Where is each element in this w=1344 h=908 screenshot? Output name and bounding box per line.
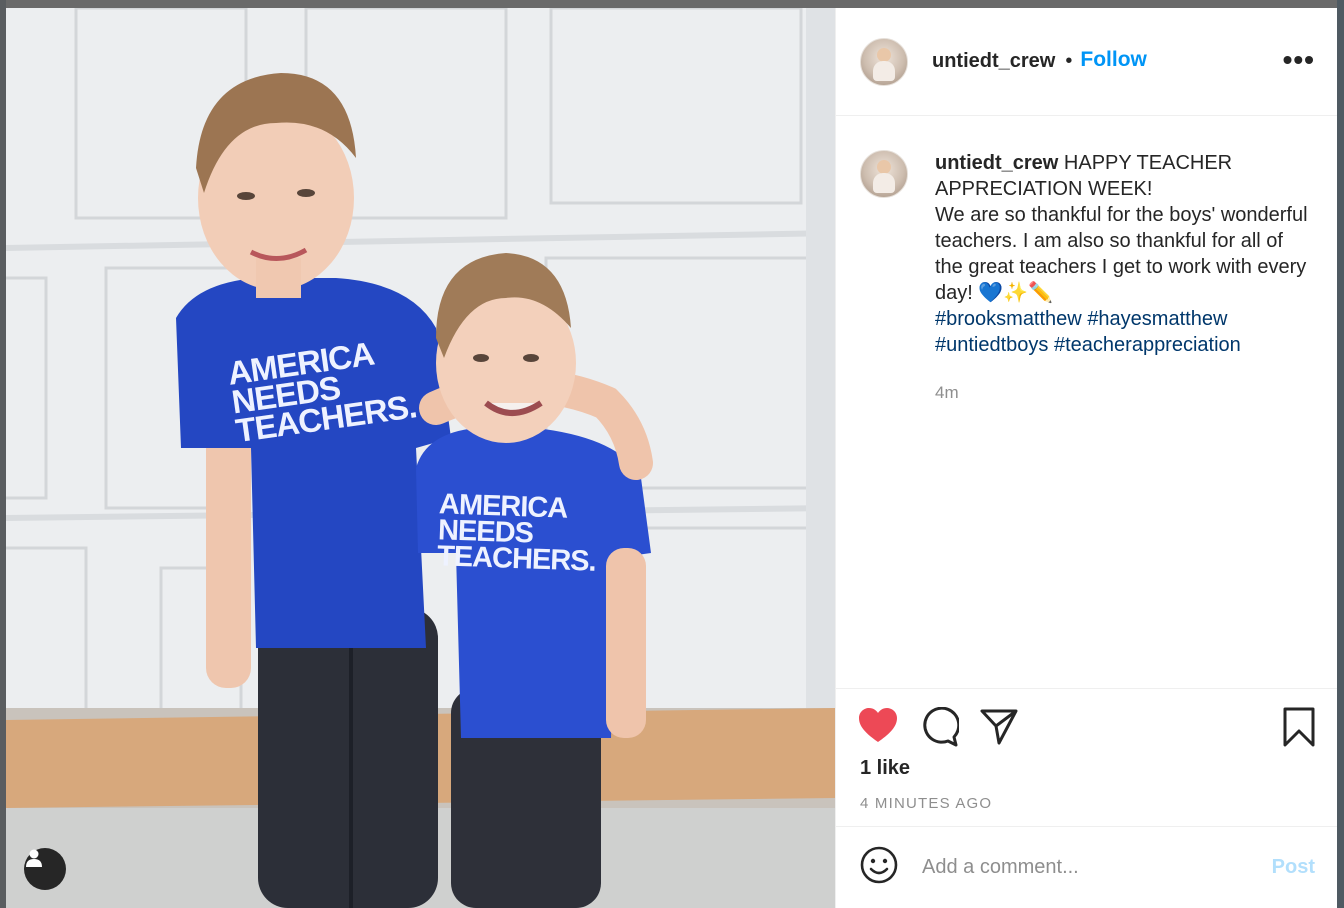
- backdrop: [0, 0, 1344, 8]
- caption-body: untiedt_crew HAPPY TEACHER APPRECIATION …: [935, 150, 1315, 688]
- backdrop-right: [1337, 0, 1344, 908]
- caption-text: HAPPY TEACHER APPRECIATION WEEK! We are …: [935, 152, 1308, 304]
- hashtag-link[interactable]: #hayesmatthew: [1087, 308, 1227, 330]
- avatar[interactable]: [860, 37, 908, 86]
- follow-button[interactable]: Follow: [1080, 48, 1147, 72]
- caption-avatar[interactable]: [860, 150, 908, 198]
- actions-section: 1 like 4 MINUTES AGO: [836, 688, 1337, 826]
- hashtag-link[interactable]: #teacherappreciation: [1054, 334, 1241, 356]
- hashtag-link[interactable]: #brooksmatthew: [935, 308, 1082, 330]
- post-photo[interactable]: AMERICA NEEDS TEACHERS. AMERICA NEEDS TE…: [6, 8, 836, 908]
- caption-time[interactable]: 4m: [935, 380, 1315, 406]
- caption-username[interactable]: untiedt_crew: [935, 152, 1058, 174]
- header-username[interactable]: untiedt_crew: [932, 50, 1055, 73]
- younger-shirt-text: AMERICA NEEDS TEACHERS.: [436, 488, 597, 578]
- heart-icon[interactable]: [858, 707, 898, 750]
- likes-count[interactable]: 1 like: [860, 757, 910, 780]
- comment-bar: Post: [836, 826, 1337, 908]
- header-separator: •: [1065, 50, 1073, 72]
- post-comment-button[interactable]: Post: [1272, 856, 1315, 879]
- post-side-panel: untiedt_crew • Follow ••• untiedt_crew H…: [836, 8, 1337, 908]
- bookmark-icon[interactable]: [1281, 707, 1317, 752]
- post-timestamp[interactable]: 4 MINUTES AGO: [860, 795, 992, 812]
- hashtag-link[interactable]: #untiedtboys: [935, 334, 1048, 356]
- comment-input[interactable]: [922, 856, 1272, 879]
- tagged-users-button[interactable]: [24, 848, 66, 890]
- user-icon: [26, 849, 42, 867]
- photo-illustration: [6, 8, 835, 908]
- comment-icon[interactable]: [919, 706, 961, 752]
- emoji-icon[interactable]: [860, 846, 898, 889]
- more-icon[interactable]: •••: [1283, 46, 1315, 74]
- share-icon[interactable]: [979, 707, 1019, 752]
- post-modal: AMERICA NEEDS TEACHERS. AMERICA NEEDS TE…: [6, 8, 1337, 908]
- caption-area: untiedt_crew HAPPY TEACHER APPRECIATION …: [836, 116, 1337, 688]
- post-header: untiedt_crew • Follow •••: [836, 8, 1337, 116]
